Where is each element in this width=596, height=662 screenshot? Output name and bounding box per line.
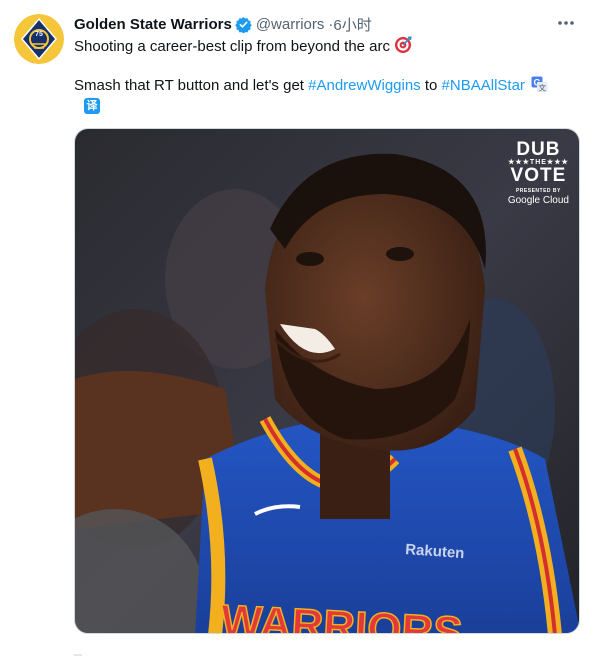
author-name[interactable]: Golden State Warriors [74,16,232,33]
team-logo-avatar[interactable]: 75 [14,14,64,64]
translate-icon[interactable]: G 文 [531,76,548,93]
tweet-text: Shooting a career-best clip from beyond … [74,38,391,55]
tweet-text-line2: Smash that RT button and let's get #Andr… [74,76,548,96]
dub-the-vote-overlay: DUB ★★★THE★★★ VOTE PRESENTED BY Google C… [507,139,569,207]
overlay-dub: DUB [516,139,561,160]
overlay-sponsor: Google Cloud [507,195,569,206]
overlay-vote: VOTE [510,165,567,186]
overlay-presented: PRESENTED BY [515,188,561,194]
video-frame: Rakuten WARRIORS [75,129,579,633]
translate-button[interactable]: 译 [84,98,100,114]
tweet-text-line1: Shooting a career-best clip from beyond … [74,36,412,57]
tweet-header: Golden State Warriors @warriors · 6小时 [74,13,372,35]
tweet-card[interactable]: 75 Golden State Warriors @warriors · 6小时… [0,0,596,656]
author-handle[interactable]: @warriors [256,16,325,33]
tweet-video[interactable]: Rakuten WARRIORS DUB ★★★THE★★★ VOTE PRES… [74,128,580,634]
more-options-icon[interactable] [556,16,576,30]
hashtag-link-nbaallstar[interactable]: #NBAAllStar [442,77,525,94]
action-bar-hint [74,644,82,656]
tweet-text-mid: to [420,77,442,94]
svg-text:文: 文 [538,83,546,93]
tweet-timestamp[interactable]: 6小时 [333,14,371,35]
svg-text:75: 75 [35,31,43,38]
hashtag-link-andrewwiggins[interactable]: #AndrewWiggins [308,77,421,94]
tweet-text-prefix: Smash that RT button and let's get [74,77,309,94]
target-emoji-icon [394,36,412,54]
verified-badge-icon [235,16,252,33]
